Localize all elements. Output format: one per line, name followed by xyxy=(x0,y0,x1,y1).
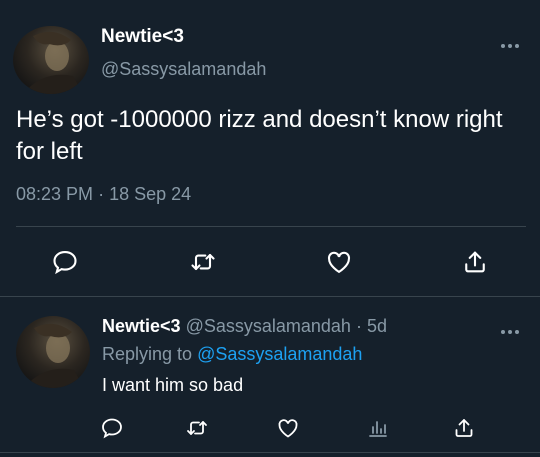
like-icon[interactable] xyxy=(325,248,353,276)
divider xyxy=(0,452,540,453)
main-tweet: Newtie<3 @Sassysalamandah He’s got -1000… xyxy=(0,0,540,296)
tweet-text: I want him so bad xyxy=(102,375,244,395)
mention-link[interactable]: @Sassysalamandah xyxy=(197,344,362,364)
analytics-icon[interactable] xyxy=(366,416,390,440)
author-handle[interactable]: @Sassysalamandah xyxy=(101,59,266,80)
avatar[interactable] xyxy=(13,26,89,94)
separator-dot: · xyxy=(98,184,105,204)
divider xyxy=(0,296,540,297)
separator-dot: · xyxy=(355,316,362,336)
avatar-image xyxy=(23,31,83,94)
avatar-image xyxy=(24,323,84,388)
like-icon[interactable] xyxy=(276,416,300,440)
reply-header: Newtie<3 @Sassysalamandah · 5d xyxy=(102,316,387,337)
author-name[interactable]: Newtie<3 xyxy=(101,26,184,48)
avatar[interactable] xyxy=(16,316,90,388)
tweet-time: 08:23 PM xyxy=(16,184,94,204)
author-handle[interactable]: @Sassysalamandah xyxy=(186,316,351,336)
tweet-text: He’s got -1000000 rizz and doesn’t know … xyxy=(16,106,503,165)
more-options-icon[interactable] xyxy=(500,38,520,48)
divider xyxy=(16,226,526,227)
tweet-age[interactable]: 5d xyxy=(367,316,387,336)
tweet-timestamp[interactable]: 08:23 PM · 18 Sep 24 xyxy=(16,184,191,205)
author-name[interactable]: Newtie<3 xyxy=(102,316,181,336)
tweet-date: 18 Sep 24 xyxy=(109,184,192,204)
comment-icon[interactable] xyxy=(100,416,124,440)
comment-icon[interactable] xyxy=(51,248,79,276)
more-options-icon[interactable] xyxy=(500,324,520,334)
replying-to: Replying to @Sassysalamandah xyxy=(102,344,362,365)
retweet-icon[interactable] xyxy=(189,248,217,276)
replying-prefix: Replying to xyxy=(102,344,193,364)
share-icon[interactable] xyxy=(452,416,476,440)
share-icon[interactable] xyxy=(461,248,489,276)
retweet-icon[interactable] xyxy=(185,416,209,440)
